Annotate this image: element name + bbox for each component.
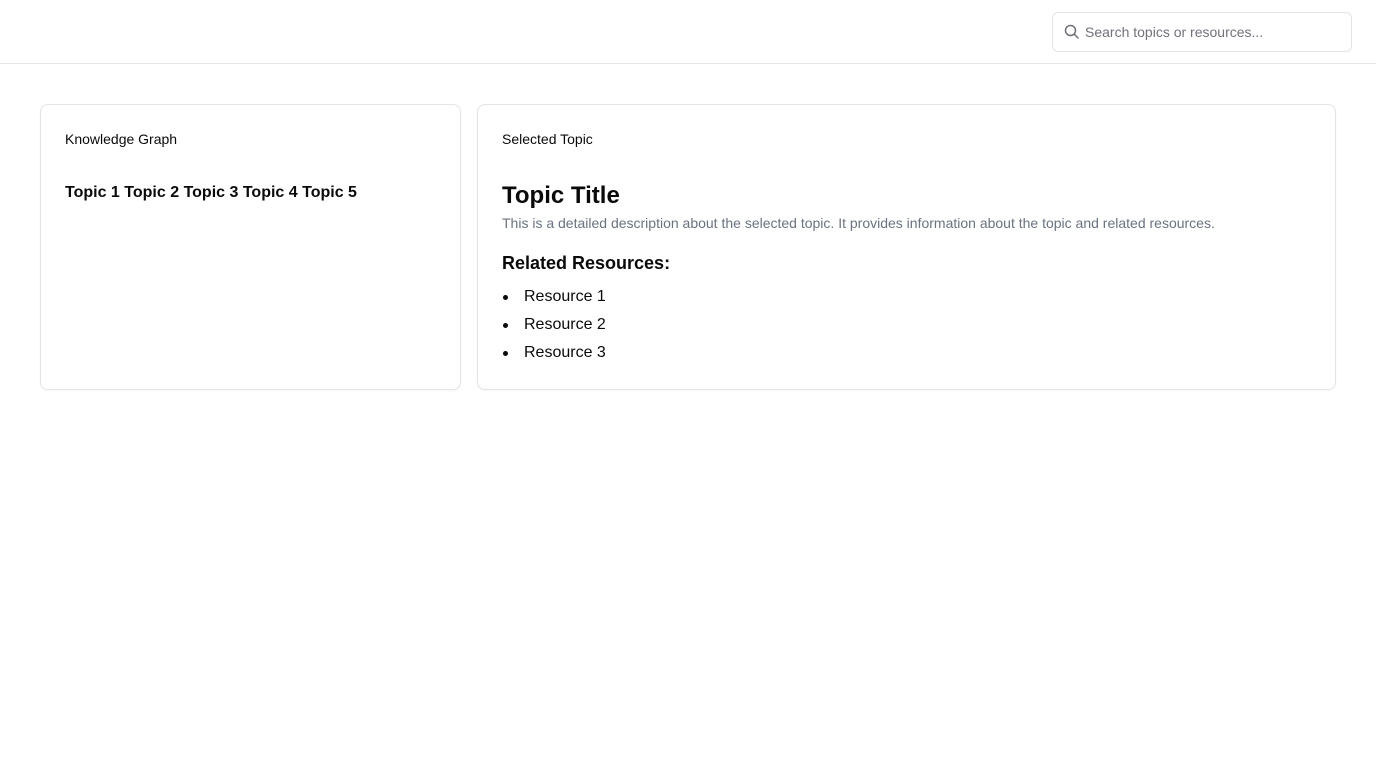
resource-list: Resource 1 Resource 2 Resource 3: [502, 287, 606, 371]
topic-node-2[interactable]: Topic 2: [124, 184, 179, 201]
related-resources-heading: Related Resources:: [502, 253, 671, 273]
resource-label: Resource 3: [524, 344, 606, 361]
resource-item[interactable]: Resource 3: [502, 343, 606, 371]
search-input[interactable]: [1085, 13, 1345, 51]
topic-node-1[interactable]: Topic 1: [65, 184, 120, 201]
resource-label: Resource 1: [524, 288, 606, 305]
bullet-icon: [503, 323, 508, 328]
top-bar: [0, 0, 1376, 64]
resource-item[interactable]: Resource 1: [502, 287, 606, 315]
topic-nodes: Topic 1 Topic 2 Topic 3 Topic 4 Topic 5: [65, 184, 357, 202]
resource-item[interactable]: Resource 2: [502, 315, 606, 343]
topic-title: Topic Title: [502, 182, 620, 209]
search-icon: [1064, 24, 1080, 40]
topic-node-3[interactable]: Topic 3: [184, 184, 239, 201]
topic-description: This is a detailed description about the…: [502, 215, 1215, 231]
topic-node-5[interactable]: Topic 5: [302, 184, 357, 201]
selected-topic-panel-title: Selected Topic: [502, 131, 593, 147]
knowledge-graph-panel: Knowledge Graph Topic 1 Topic 2 Topic 3 …: [40, 104, 461, 390]
selected-topic-panel: Selected Topic Topic Title This is a det…: [477, 104, 1336, 390]
topic-node-4[interactable]: Topic 4: [243, 184, 298, 201]
knowledge-graph-title: Knowledge Graph: [65, 131, 178, 147]
search-box[interactable]: [1052, 12, 1352, 52]
bullet-icon: [503, 295, 508, 300]
resource-label: Resource 2: [524, 316, 606, 333]
bullet-icon: [503, 351, 508, 356]
